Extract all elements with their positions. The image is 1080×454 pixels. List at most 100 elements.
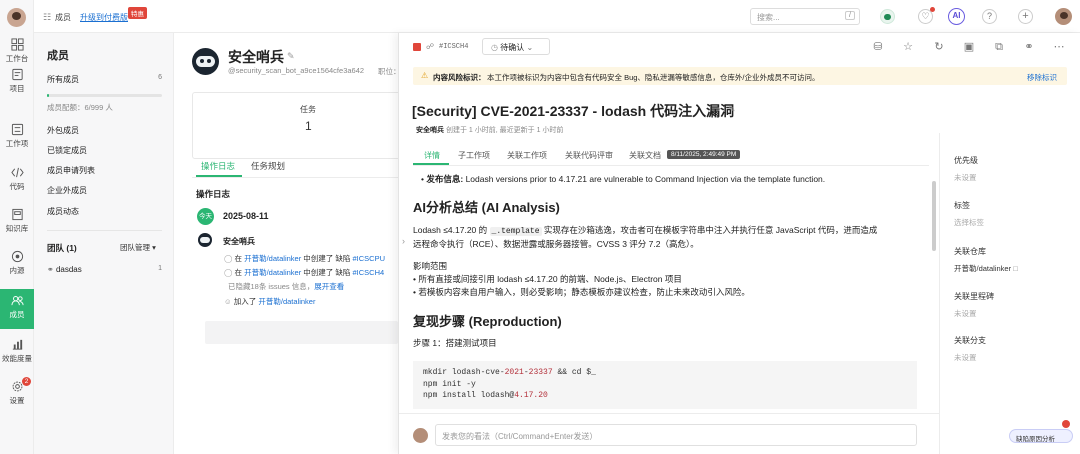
edit-title-icon[interactable]: ✎ [728, 104, 736, 115]
notification-dot [1062, 420, 1070, 428]
comment-input[interactable]: 发表您的看法（Ctrl/Command+Enter发送） [435, 424, 917, 446]
user-avatar[interactable] [7, 8, 26, 27]
log-date: 2025-08-11 [223, 211, 269, 221]
task-label: 任务 [300, 105, 316, 114]
log-text: 缺陷 [335, 268, 351, 277]
ai-assistant-button[interactable]: AI [948, 8, 965, 25]
search-placeholder: 搜索... [757, 13, 780, 22]
publish-text: Lodash versions prior to 4.17.21 are vul… [465, 174, 826, 184]
remove-risk-link[interactable]: 移除标识 [1027, 72, 1057, 83]
sidebar-item-activity[interactable]: 成员动态 [47, 206, 79, 217]
issue-author[interactable]: 安全哨兵 [416, 127, 444, 134]
field-priority-value[interactable]: 未设置 [954, 172, 977, 183]
nav-item-knowledge[interactable]: 知识库 [0, 208, 34, 246]
nav-item-project[interactable]: 项目 [0, 68, 34, 106]
repo-link[interactable]: 开普勒/datalinker [244, 268, 301, 277]
sidebar-item-all-members[interactable]: 所有成员 6 [47, 74, 162, 85]
status-label: 待确认 [500, 43, 525, 52]
tooltip: 8/11/2025, 2:49:49 PM [667, 150, 741, 159]
nav-label: 成员 [9, 310, 25, 319]
team-header: 团队 (1) [47, 243, 77, 253]
issue-meta: 安全哨兵 创建于 1 小时前, 最近更新于 1 小时前 [416, 125, 563, 135]
impact-item: • 所有直接或间接引用 lodash ≤4.17.20 的前端、Node.js、… [413, 274, 682, 284]
team-manage-button[interactable]: 团队管理 ▾ [120, 242, 156, 253]
bug-type-icon [413, 43, 421, 51]
issue-title: [Security] CVE-2021-23337 - lodash 代码注入漏… [412, 103, 735, 119]
impact-item: • 若模板内容来自用户输入，则必受影响；静态模板亦建议检查，防止未来改动引入风险… [413, 287, 750, 297]
nav-item-metrics[interactable]: 效能度量 [0, 338, 34, 376]
sidebar-item-label: 所有成员 [47, 75, 79, 84]
nav-item-settings[interactable]: 设置 2 [0, 377, 34, 418]
task-count[interactable]: 1 [305, 119, 312, 133]
team-item[interactable]: ⚭ dasdas 1 [47, 265, 162, 274]
risk-banner: ⚠ 内容风险标识： 本工作项被标识为内容中包含有代码安全 Bug、隐私泄漏等敏感… [413, 67, 1067, 85]
tab-task-planning[interactable]: 任务规划 [251, 160, 285, 172]
field-milestone-label: 关联里程碑 [954, 292, 994, 301]
nav-item-code[interactable]: 代码 [0, 166, 34, 204]
issue-link[interactable]: #ICSCH4 [352, 268, 384, 277]
tab-details[interactable]: 详情 [424, 150, 440, 161]
copy-icon[interactable]: ⧉ [992, 40, 1006, 54]
upgrade-link[interactable]: 升级到付费版 [80, 12, 128, 23]
sidebar-item-external[interactable]: 企业外成员 [47, 185, 87, 196]
tab-operation-log[interactable]: 操作日志 [201, 160, 235, 172]
member-profile: 安全哨兵 ✎ @security_scan_bot_a9ce1564cfe3a6… [174, 33, 412, 454]
nav-label: 内源 [9, 266, 25, 275]
refresh-icon[interactable]: ↻ [932, 40, 946, 54]
link-icon[interactable]: ☍ [426, 42, 434, 51]
project-icon [11, 68, 23, 81]
nav-item-workitem[interactable]: 工作项 [0, 123, 34, 161]
star-icon[interactable]: ☆ [901, 40, 915, 54]
issue-link[interactable]: #ICSCPU [352, 254, 385, 263]
search-input[interactable]: 搜索... / [750, 8, 860, 25]
scrollbar-thumb[interactable] [932, 181, 936, 251]
more-icon[interactable]: ⋯ [1052, 40, 1066, 54]
status-dropdown[interactable]: ◷ 待确认 ⌄ [482, 38, 550, 55]
notification-badge: 2 [22, 377, 31, 386]
issue-meta-text: 创建于 1 小时前, 最近更新于 1 小时前 [445, 127, 564, 134]
profile-name: 安全哨兵 [228, 49, 284, 65]
join-entry: ☺ 加入了 开普勒/datalinker [224, 296, 315, 307]
workitem-icon [11, 123, 23, 136]
profile-avatar[interactable] [1055, 8, 1072, 25]
help-icon[interactable]: ? [982, 9, 997, 24]
sidebar-item-applications[interactable]: 成员申请列表 [47, 165, 95, 176]
divider [413, 165, 929, 166]
caret-down-icon: ▾ [152, 243, 156, 252]
sidebar-item-locked[interactable]: 已锁定成员 [47, 145, 87, 156]
top-bar: ☷ 成员 升级到付费版 特惠 搜索... / ♡ AI ? + [34, 0, 1080, 33]
issue-tag[interactable]: #ICSCH4 [439, 43, 468, 51]
ai-analysis-heading: AI分析总结 (AI Analysis) [413, 200, 560, 215]
field-milestone-value[interactable]: 未设置 [954, 308, 977, 319]
publish-info: • 发布信息: Lodash versions prior to 4.17.21… [421, 174, 826, 184]
sidebar-item-outsourced[interactable]: 外包成员 [47, 125, 79, 136]
robot-icon[interactable]: ⛁ [871, 40, 885, 54]
field-labels-value[interactable]: 选择标签 [954, 217, 984, 228]
comment-avatar [413, 428, 428, 443]
field-labels-label: 标签 [954, 201, 970, 210]
comment-icon[interactable]: ▣ [962, 40, 976, 54]
repo-link[interactable]: 开普勒/datalinker [258, 297, 315, 306]
tab-code-reviews[interactable]: 关联代码评审 [565, 150, 613, 161]
ai-text: 远程命令执行（RCE）、数据泄露或服务器接管。CVSS 3 评分 7.2（高危）… [413, 239, 699, 249]
log-text: 加入了 [233, 297, 257, 306]
chevron-left-icon[interactable]: › [402, 236, 405, 246]
nav-item-innersource[interactable]: 内源 [0, 250, 34, 288]
hidden-note: 已隐藏18条 issues 信息，展开查看 [228, 281, 344, 292]
chat-icon[interactable] [880, 9, 895, 24]
nav-item-members[interactable]: 成员 [0, 289, 34, 329]
log-text: 中创建了 [303, 254, 334, 263]
tab-related-docs[interactable]: 关联文档 [629, 150, 661, 161]
repo-link[interactable]: 开普勒/datalinker [244, 254, 301, 263]
field-branch-value[interactable]: 未设置 [954, 352, 977, 363]
breadcrumb-section: 成员 [55, 13, 71, 22]
tab-subitems[interactable]: 子工作项 [458, 150, 490, 161]
quota-text: 成员配额：6/999 人 [47, 103, 113, 112]
expand-link[interactable]: 展开查看 [314, 282, 344, 291]
field-repo-value[interactable]: 开普勒/datalinker □ [954, 263, 1018, 274]
attachment-icon[interactable]: ⚭ [1022, 40, 1036, 54]
edit-icon[interactable]: ✎ [287, 51, 295, 62]
defect-analysis-button[interactable]: 缺陷原因分析 [1009, 429, 1073, 443]
add-icon[interactable]: + [1018, 9, 1033, 24]
tab-related-items[interactable]: 关联工作项 [507, 150, 547, 161]
